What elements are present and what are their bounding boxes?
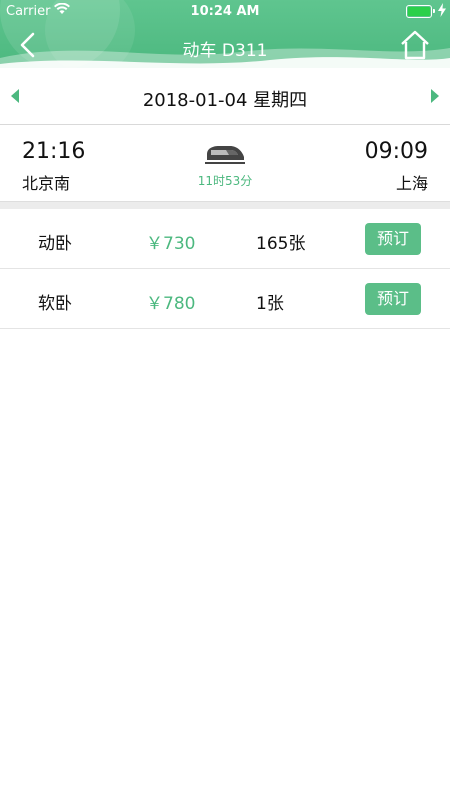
seat-price: ￥730 bbox=[146, 234, 196, 254]
seat-count: 165张 bbox=[256, 234, 306, 254]
seat-count: 1张 bbox=[256, 294, 284, 314]
battery-tip bbox=[433, 9, 435, 13]
page-title: 动车 D311 bbox=[182, 41, 268, 61]
travel-duration: 11时53分 bbox=[197, 174, 253, 188]
book-button[interactable]: 预订 bbox=[365, 223, 421, 255]
seat-type: 动卧 bbox=[38, 234, 72, 254]
train-info: 21:16 北京南 11时53分 09:09 上海 bbox=[0, 125, 450, 201]
seat-price: ￥780 bbox=[146, 294, 196, 314]
arrival-time: 09:09 bbox=[364, 139, 428, 164]
section-divider bbox=[0, 201, 450, 209]
seat-type: 软卧 bbox=[38, 294, 72, 314]
seat-row-dongwo: 动卧 ￥730 165张 预订 bbox=[0, 209, 450, 269]
home-icon[interactable] bbox=[400, 30, 430, 60]
high-speed-train-icon bbox=[205, 146, 245, 164]
arrival-station: 上海 bbox=[395, 174, 428, 193]
header-bar: Carrier 10:24 AM 动车 D311 bbox=[0, 0, 450, 68]
book-button[interactable]: 预订 bbox=[365, 283, 421, 315]
travel-date[interactable]: 2018-01-04 星期四 bbox=[0, 86, 450, 112]
departure-time: 21:16 bbox=[22, 139, 86, 164]
charging-bolt-icon bbox=[438, 3, 446, 17]
date-selector: 2018-01-04 星期四 bbox=[0, 68, 450, 125]
next-day-triangle-icon[interactable] bbox=[431, 89, 439, 103]
navigation-bar: 动车 D311 bbox=[0, 22, 450, 68]
status-bar: Carrier 10:24 AM bbox=[0, 0, 450, 22]
status-time: 10:24 AM bbox=[190, 4, 260, 19]
battery-icon bbox=[406, 5, 432, 18]
seat-row-ruanwo: 软卧 ￥780 1张 预订 bbox=[0, 269, 450, 329]
